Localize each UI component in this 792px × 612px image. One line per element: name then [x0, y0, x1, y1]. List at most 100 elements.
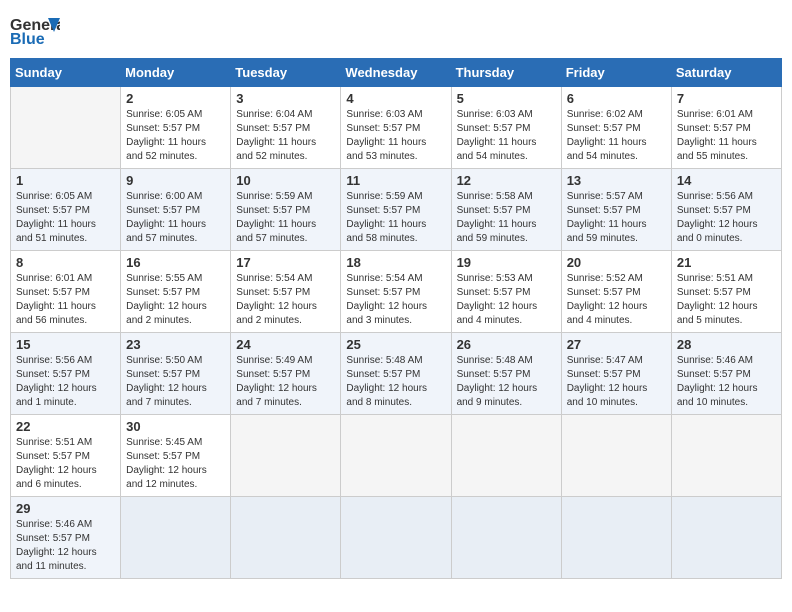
calendar-cell: 4 Sunrise: 6:03 AM Sunset: 5:57 PM Daylig…: [341, 87, 451, 169]
day-info: Sunrise: 5:47 AM Sunset: 5:57 PM Dayligh…: [567, 354, 666, 410]
calendar-cell: [671, 415, 781, 497]
day-number: 13: [567, 173, 666, 188]
page-header: General Blue: [10, 10, 782, 50]
day-info: Sunrise: 6:05 AM Sunset: 5:57 PM Dayligh…: [16, 190, 115, 246]
calendar-cell: 14 Sunrise: 5:56 AM Sunset: 5:57 PM Dayli…: [671, 169, 781, 251]
day-number: 2: [126, 91, 225, 106]
calendar-cell: [341, 497, 451, 579]
day-number: 20: [567, 255, 666, 270]
calendar-week-row: 1Sunrise: 6:05 AM Sunset: 5:57 PM Daylig…: [11, 169, 782, 251]
day-info: Sunrise: 5:48 AM Sunset: 5:57 PM Dayligh…: [457, 354, 556, 410]
calendar-cell: 12 Sunrise: 5:58 AM Sunset: 5:57 PM Dayli…: [451, 169, 561, 251]
calendar-cell: 16Sunrise: 5:55 AM Sunset: 5:57 PM Dayli…: [121, 251, 231, 333]
calendar-cell: [121, 497, 231, 579]
logo-icon: General Blue: [10, 10, 60, 50]
calendar-cell: 13 Sunrise: 5:57 AM Sunset: 5:57 PM Dayli…: [561, 169, 671, 251]
day-info: Sunrise: 5:57 AM Sunset: 5:57 PM Dayligh…: [567, 190, 666, 246]
day-info: Sunrise: 6:01 AM Sunset: 5:57 PM Dayligh…: [16, 272, 115, 328]
calendar-week-row: 15 Sunrise: 5:56 AM Sunset: 5:57 PM Dayli…: [11, 333, 782, 415]
calendar-cell: 2 Sunrise: 6:05 AM Sunset: 5:57 PM Daylig…: [121, 87, 231, 169]
calendar-cell: 27 Sunrise: 5:47 AM Sunset: 5:57 PM Dayli…: [561, 333, 671, 415]
day-info: Sunrise: 5:52 AM Sunset: 5:57 PM Dayligh…: [567, 272, 666, 328]
day-number: 24: [236, 337, 335, 352]
calendar-week-row: 2 Sunrise: 6:05 AM Sunset: 5:57 PM Daylig…: [11, 87, 782, 169]
calendar-week-row: 29 Sunrise: 5:46 AM Sunset: 5:57 PM Dayli…: [11, 497, 782, 579]
day-number: 6: [567, 91, 666, 106]
day-number: 8: [16, 255, 115, 270]
day-number: 28: [677, 337, 776, 352]
calendar-cell: 3 Sunrise: 6:04 AM Sunset: 5:57 PM Daylig…: [231, 87, 341, 169]
calendar-cell: [11, 87, 121, 169]
day-number: 23: [126, 337, 225, 352]
calendar-cell: 15 Sunrise: 5:56 AM Sunset: 5:57 PM Dayli…: [11, 333, 121, 415]
calendar-cell: 10Sunrise: 5:59 AM Sunset: 5:57 PM Dayli…: [231, 169, 341, 251]
calendar-cell: 5Sunrise: 6:03 AM Sunset: 5:57 PM Daylig…: [451, 87, 561, 169]
day-header-thursday: Thursday: [451, 59, 561, 87]
day-info: Sunrise: 5:58 AM Sunset: 5:57 PM Dayligh…: [457, 190, 556, 246]
calendar-cell: 1Sunrise: 6:05 AM Sunset: 5:57 PM Daylig…: [11, 169, 121, 251]
day-number: 4: [346, 91, 445, 106]
day-info: Sunrise: 5:56 AM Sunset: 5:57 PM Dayligh…: [16, 354, 115, 410]
day-number: 26: [457, 337, 556, 352]
calendar-cell: 29 Sunrise: 5:46 AM Sunset: 5:57 PM Dayli…: [11, 497, 121, 579]
day-number: 21: [677, 255, 776, 270]
day-header-saturday: Saturday: [671, 59, 781, 87]
calendar-cell: 20 Sunrise: 5:52 AM Sunset: 5:57 PM Dayli…: [561, 251, 671, 333]
calendar-cell: 21 Sunrise: 5:51 AM Sunset: 5:57 PM Dayli…: [671, 251, 781, 333]
day-number: 15: [16, 337, 115, 352]
day-info: Sunrise: 5:49 AM Sunset: 5:57 PM Dayligh…: [236, 354, 335, 410]
calendar-week-row: 8 Sunrise: 6:01 AM Sunset: 5:57 PM Daylig…: [11, 251, 782, 333]
calendar-cell: 8 Sunrise: 6:01 AM Sunset: 5:57 PM Daylig…: [11, 251, 121, 333]
day-number: 7: [677, 91, 776, 106]
day-number: 3: [236, 91, 335, 106]
day-number: 11: [346, 173, 445, 188]
day-number: 17: [236, 255, 335, 270]
day-info: Sunrise: 5:56 AM Sunset: 5:57 PM Dayligh…: [677, 190, 776, 246]
calendar-cell: 25Sunrise: 5:48 AM Sunset: 5:57 PM Dayli…: [341, 333, 451, 415]
calendar-cell: [341, 415, 451, 497]
day-number: 5: [457, 91, 556, 106]
calendar-table: SundayMondayTuesdayWednesdayThursdayFrid…: [10, 58, 782, 579]
day-number: 14: [677, 173, 776, 188]
day-info: Sunrise: 6:01 AM Sunset: 5:57 PM Dayligh…: [677, 108, 776, 164]
day-header-sunday: Sunday: [11, 59, 121, 87]
day-info: Sunrise: 6:05 AM Sunset: 5:57 PM Dayligh…: [126, 108, 225, 164]
day-info: Sunrise: 5:46 AM Sunset: 5:57 PM Dayligh…: [677, 354, 776, 410]
day-number: 22: [16, 419, 115, 434]
calendar-cell: 7 Sunrise: 6:01 AM Sunset: 5:57 PM Daylig…: [671, 87, 781, 169]
day-number: 10: [236, 173, 335, 188]
day-info: Sunrise: 5:51 AM Sunset: 5:57 PM Dayligh…: [677, 272, 776, 328]
day-info: Sunrise: 5:55 AM Sunset: 5:57 PM Dayligh…: [126, 272, 225, 328]
day-number: 12: [457, 173, 556, 188]
calendar-cell: [561, 497, 671, 579]
calendar-cell: 23Sunrise: 5:50 AM Sunset: 5:57 PM Dayli…: [121, 333, 231, 415]
day-info: Sunrise: 6:00 AM Sunset: 5:57 PM Dayligh…: [126, 190, 225, 246]
day-info: Sunrise: 5:54 AM Sunset: 5:57 PM Dayligh…: [346, 272, 445, 328]
calendar-cell: 26 Sunrise: 5:48 AM Sunset: 5:57 PM Dayli…: [451, 333, 561, 415]
day-header-monday: Monday: [121, 59, 231, 87]
day-info: Sunrise: 5:59 AM Sunset: 5:57 PM Dayligh…: [346, 190, 445, 246]
day-info: Sunrise: 6:02 AM Sunset: 5:57 PM Dayligh…: [567, 108, 666, 164]
calendar-week-row: 22 Sunrise: 5:51 AM Sunset: 5:57 PM Dayli…: [11, 415, 782, 497]
day-info: Sunrise: 5:46 AM Sunset: 5:57 PM Dayligh…: [16, 518, 115, 574]
calendar-cell: 17 Sunrise: 5:54 AM Sunset: 5:57 PM Dayli…: [231, 251, 341, 333]
calendar-cell: 22 Sunrise: 5:51 AM Sunset: 5:57 PM Dayli…: [11, 415, 121, 497]
calendar-cell: [451, 497, 561, 579]
day-info: Sunrise: 5:54 AM Sunset: 5:57 PM Dayligh…: [236, 272, 335, 328]
svg-text:Blue: Blue: [10, 31, 45, 48]
day-number: 29: [16, 501, 115, 516]
day-number: 27: [567, 337, 666, 352]
day-header-friday: Friday: [561, 59, 671, 87]
day-info: Sunrise: 6:03 AM Sunset: 5:57 PM Dayligh…: [346, 108, 445, 164]
calendar-cell: 18Sunrise: 5:54 AM Sunset: 5:57 PM Dayli…: [341, 251, 451, 333]
calendar-cell: 28 Sunrise: 5:46 AM Sunset: 5:57 PM Dayli…: [671, 333, 781, 415]
calendar-cell: [231, 415, 341, 497]
day-info: Sunrise: 6:04 AM Sunset: 5:57 PM Dayligh…: [236, 108, 335, 164]
calendar-cell: [231, 497, 341, 579]
calendar-cell: 19Sunrise: 5:53 AM Sunset: 5:57 PM Dayli…: [451, 251, 561, 333]
day-info: Sunrise: 5:53 AM Sunset: 5:57 PM Dayligh…: [457, 272, 556, 328]
day-info: Sunrise: 5:48 AM Sunset: 5:57 PM Dayligh…: [346, 354, 445, 410]
logo: General Blue: [10, 10, 60, 50]
day-info: Sunrise: 5:51 AM Sunset: 5:57 PM Dayligh…: [16, 436, 115, 492]
calendar-cell: [671, 497, 781, 579]
